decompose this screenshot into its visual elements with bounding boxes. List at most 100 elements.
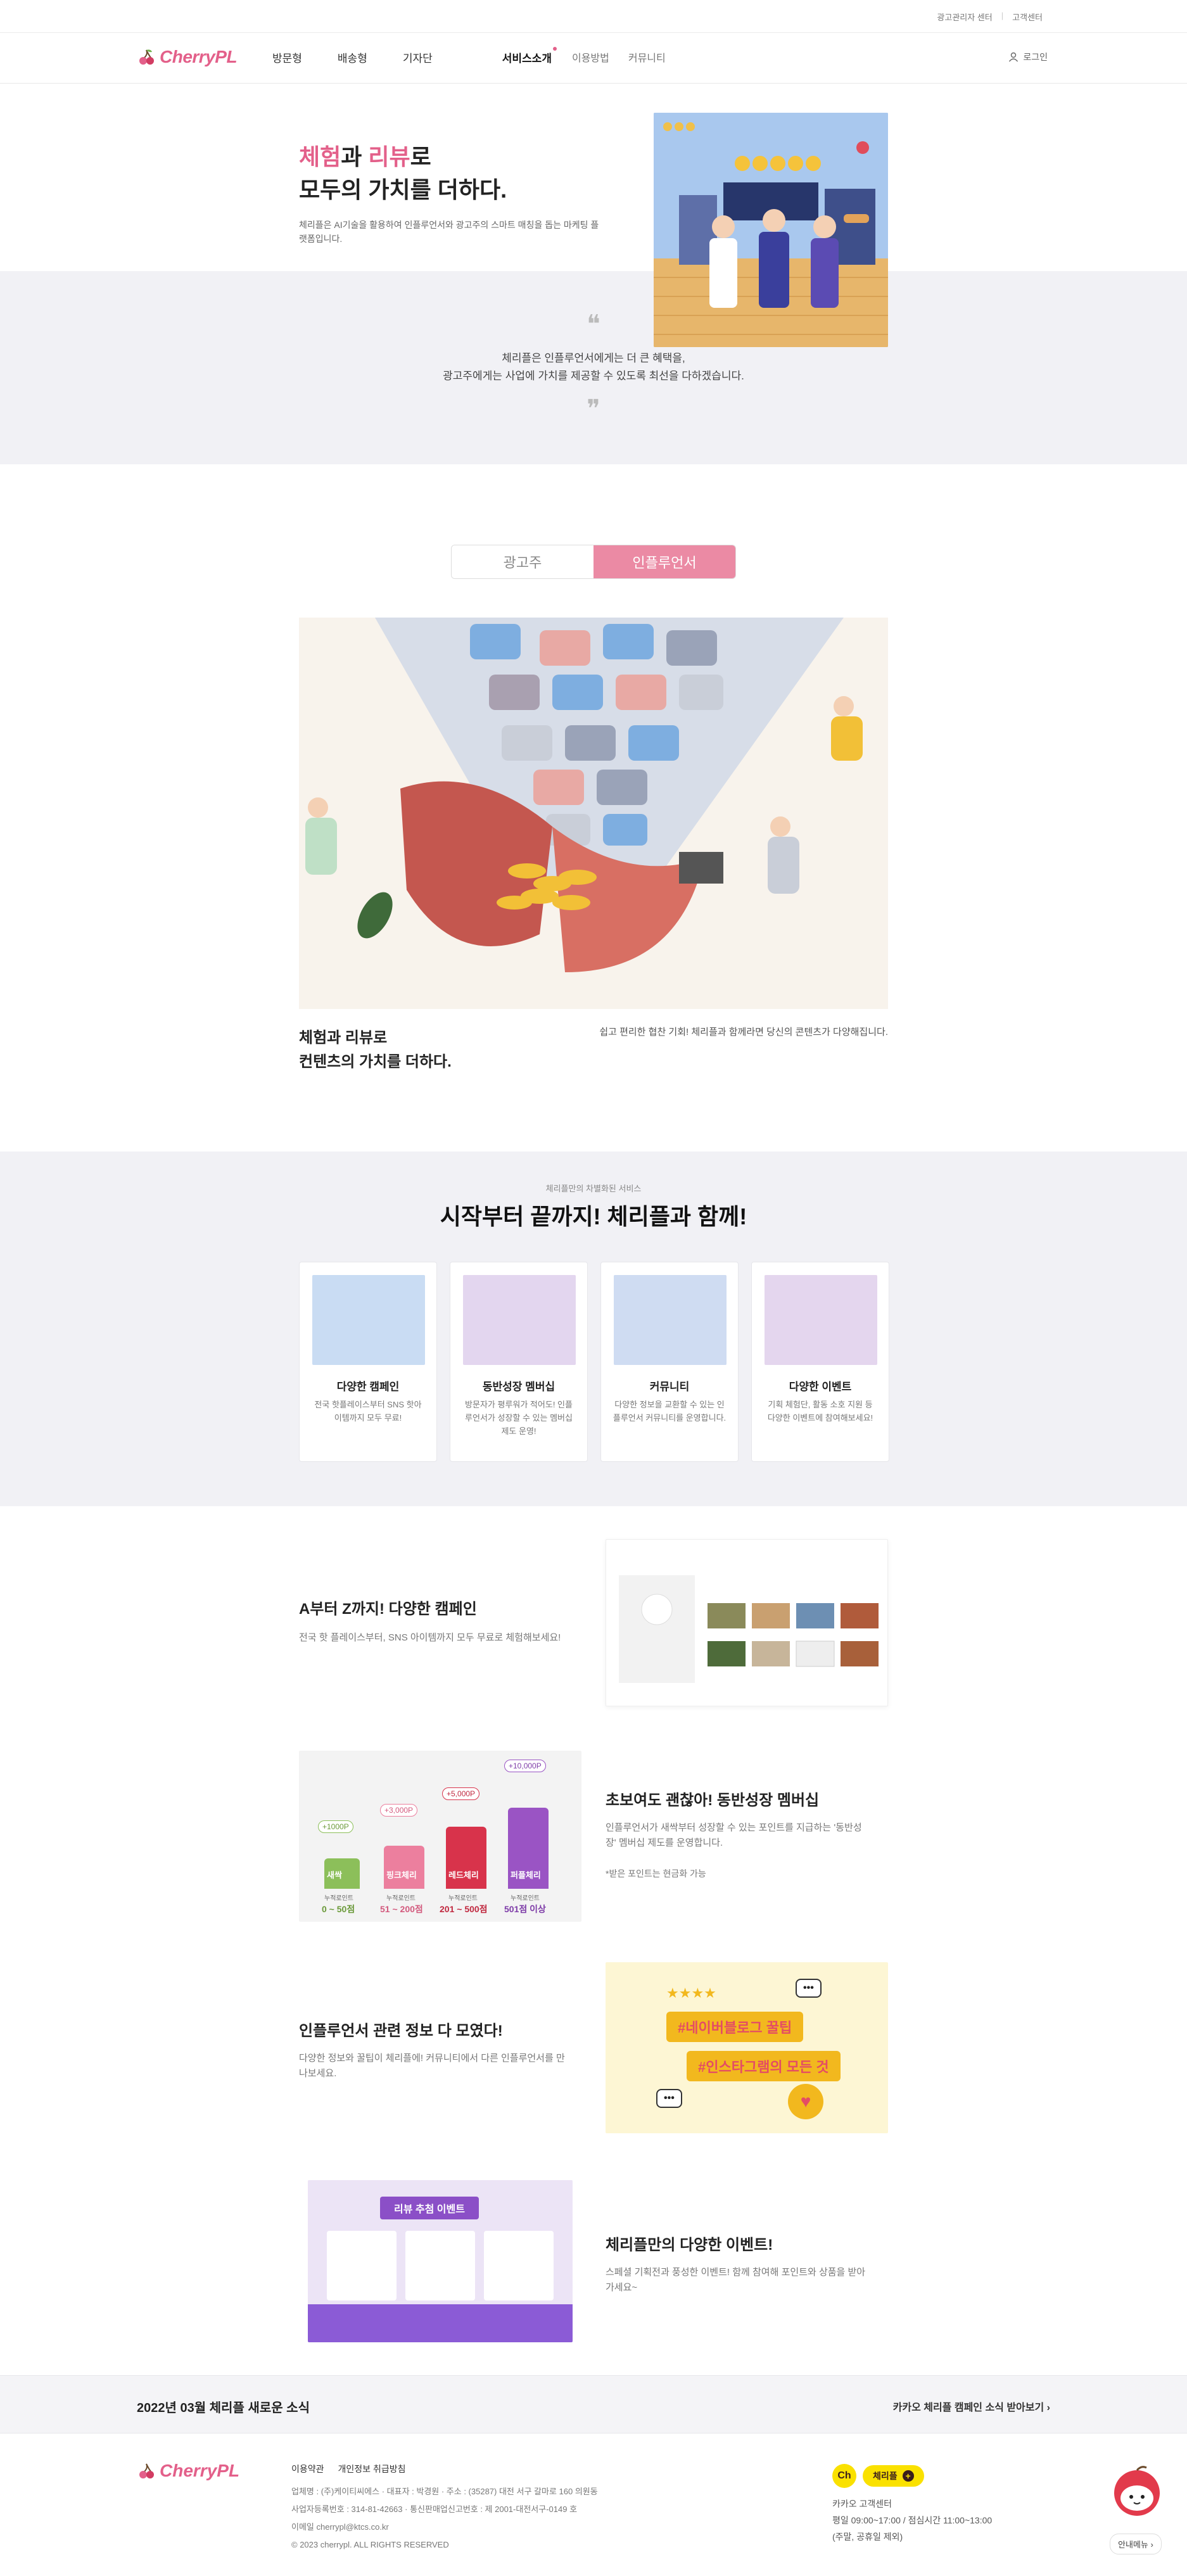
level-range: 201 ~ 500점: [440, 1904, 488, 1914]
service-card-events[interactable]: 다양한 이벤트 기획 체험단, 활동 소호 지원 등 다양한 이벤트에 참여해보…: [751, 1262, 889, 1462]
point-badge: +1000P: [318, 1820, 353, 1833]
event-prize-card: [484, 2231, 554, 2300]
login-button[interactable]: 로그인: [1008, 51, 1048, 63]
level-name: 퍼플체리: [511, 1870, 541, 1880]
cs-hours: 평일 09:00~17:00 / 점심시간 11:00~13:00: [832, 2515, 993, 2525]
nav-service-intro[interactable]: 서비스소개: [502, 47, 557, 65]
kakao-channel-button[interactable]: 체리플 +: [863, 2465, 924, 2487]
cherry-mascot-icon[interactable]: [1108, 2463, 1165, 2520]
logo[interactable]: CherryPL: [137, 47, 238, 67]
company-email: 이메일 cherrypl@ktcs.co.kr: [291, 2522, 389, 2532]
customer-center-link[interactable]: 고객센터: [1012, 11, 1043, 23]
community-illustration: [614, 1275, 727, 1365]
kakao-subscribe-link[interactable]: 카카오 체리플 캠페인 소식 받아보기 ›: [893, 2399, 1050, 2414]
level-name: 레드체리: [448, 1870, 479, 1880]
card-description: 방문자가 평루워가 적어도! 인플루언서가 성장할 수 있는 멤버십 제도 운영…: [465, 1400, 573, 1436]
nav-community[interactable]: 커뮤니티: [628, 49, 666, 65]
main-header: CherryPL 방문형 배송형 기자단 서비스소개 이용방법 커뮤니티 로그인: [0, 33, 1187, 84]
guide-menu-button[interactable]: 안내메뉴 ›: [1110, 2534, 1162, 2554]
kakao-channel-label: 체리플: [873, 2471, 898, 2481]
level-range: 501점 이상: [504, 1904, 546, 1914]
card-title: 동반성장 멤버십: [482, 1381, 555, 1393]
level-label: 누적로인트: [511, 1895, 540, 1902]
event-banner-graphic: 리뷰 추첨 이벤트: [308, 2180, 573, 2342]
point-badge: +3,000P: [380, 1804, 418, 1817]
services-eyebrow: 체리플만의 차별화된 서비스: [545, 1184, 642, 1193]
kakao-channel: Ch 체리플 +: [832, 2464, 924, 2488]
feature-events-desc: 스페셜 기획전과 풍성한 이벤트! 함께 참여해 포인트와 상품을 받아가세요~: [606, 2267, 866, 2293]
stars-icon: ★★★★: [666, 1985, 716, 2001]
events-illustration: [765, 1275, 877, 1365]
service-card-community[interactable]: 커뮤니티 다양한 정보을 교환할 수 있는 인플루언서 커뮤니티를 운영합니다.: [600, 1262, 739, 1462]
hero-title-end: 로: [410, 144, 431, 170]
level-range: 51 ~ 200점: [380, 1904, 423, 1914]
point-badge: +10,000P: [504, 1760, 546, 1772]
community-graphic: ★★★★ #네이버블로그 꿀팁 #인스타그램의 모든 것 ♥ ••• •••: [606, 1962, 888, 2133]
cs-title: 카카오 고객센터: [832, 2499, 892, 2509]
feature-campaign-desc: 전국 핫 플레이스부터, SNS 아이템까지 모두 무료로 체험해보세요!: [299, 1632, 561, 1643]
illustration-title-line-1: 체험과 리뷰로: [299, 1029, 388, 1046]
company-info-line-2: 사업자등록번호 : 314-81-42663 · 통신판매업신고번호 : 제 2…: [291, 2504, 578, 2514]
event-banner-title: 리뷰 추첨 이벤트: [380, 2197, 479, 2219]
audience-toggle: 광고주 인플루언서: [451, 545, 736, 579]
membership-levels-graphic: +1000P 새싹 누적로인트 0 ~ 50점 +3,000P 핑크체리 누적로…: [299, 1751, 581, 1922]
utility-bar: 광고관리자 센터 | 고객센터: [0, 0, 1187, 33]
toggle-influencer[interactable]: 인플루언서: [594, 545, 735, 578]
chat-bubble-icon: •••: [656, 2089, 682, 2108]
tag-instagram: #인스타그램의 모든 것: [687, 2051, 841, 2081]
kakao-channel-icon[interactable]: Ch: [832, 2464, 856, 2488]
hero-title-mid: 과: [341, 144, 369, 170]
nav-delivery[interactable]: 배송형: [338, 49, 367, 65]
footer-logo[interactable]: CherryPL: [137, 2461, 239, 2481]
news-title: 2022년 03월 체리플 새로운 소식: [137, 2401, 310, 2415]
ad-manager-link[interactable]: 광고관리자 센터: [937, 11, 992, 23]
campaign-illustration: [312, 1275, 425, 1365]
card-description: 다양한 정보을 교환할 수 있는 인플루언서 커뮤니티를 운영합니다.: [613, 1400, 727, 1423]
feature-community-title: 인플루언서 관련 정보 다 모였다!: [299, 2022, 503, 2040]
terms-link[interactable]: 이용약관: [291, 2463, 324, 2475]
illustration-title-line-2: 컨텐츠의 가치를 더하다.: [299, 1053, 452, 1070]
membership-illustration: [463, 1275, 576, 1365]
chat-bubble-icon: •••: [796, 1979, 822, 1998]
level-red-cherry: +5,000P 레드체리 누적로인트 201 ~ 500점: [440, 1751, 499, 1922]
plus-icon: +: [902, 2470, 914, 2482]
level-label: 누적로인트: [448, 1895, 478, 1902]
hero-title: 체험과 리뷰로 모두의 가치를 더하다.: [299, 141, 507, 206]
hero-title-word-2: 리뷰: [368, 144, 410, 170]
feature-campaign-title: A부터 Z까지! 다양한 캠페인: [299, 1601, 477, 1618]
service-card-membership[interactable]: 동반성장 멤버십 방문자가 평루워가 적어도! 인플루언서가 성장할 수 있는 …: [450, 1262, 588, 1462]
heart-eyes-emoji-icon: ♥: [788, 2084, 823, 2119]
feature-membership-desc: 인플루언서가 새싹부터 성장할 수 있는 포인트를 지급하는 '동반성장' 멤버…: [606, 1822, 862, 1848]
hero-title-line-2: 모두의 가치를 더하다.: [299, 177, 507, 203]
quote-text: 체리플은 인플루언서에게는 더 큰 혜택을, 광고주에게는 사업에 가치를 제공…: [0, 350, 1187, 385]
level-range: 0 ~ 50점: [322, 1904, 355, 1914]
services-title: 시작부터 끝까지! 체리플과 함께!: [440, 1203, 747, 1229]
copyright: © 2023 cherrypl. ALL RIGHTS RESERVED: [291, 2540, 449, 2549]
nav-visit[interactable]: 방문형: [272, 49, 302, 65]
gift-boxes-decoration: [308, 2304, 573, 2342]
service-card-campaign[interactable]: 다양한 캠페인 전국 핫플레이스부터 SNS 핫아이템까지 모두 무료!: [299, 1262, 437, 1462]
card-description: 기획 체험단, 활동 소호 지원 등 다양한 이벤트에 참여해보세요!: [767, 1400, 873, 1423]
open-quote-icon: ❝: [587, 310, 600, 338]
toggle-advertiser[interactable]: 광고주: [452, 545, 594, 578]
level-label: 누적로인트: [324, 1895, 353, 1902]
tag-naver-blog: #네이버블로그 꿀팁: [666, 2012, 804, 2042]
hero-title-word-1: 체험: [299, 144, 341, 170]
feature-community-desc: 다양한 정보와 꿀팁이 체리플에! 커뮤니티에서 다른 인플루언서를 만나보세요…: [299, 2053, 565, 2079]
footer-links: 이용약관 개인정보 취급방침: [291, 2463, 405, 2475]
nav-how-to-use[interactable]: 이용방법: [572, 49, 609, 65]
main-nav: 방문형 배송형 기자단 서비스소개 이용방법 커뮤니티: [272, 47, 685, 65]
nav-reporters[interactable]: 기자단: [403, 49, 433, 65]
level-bar: [384, 1846, 424, 1889]
quote-line-2: 광고주에게는 사업에 가치를 제공할 수 있도록 최선을 다하겠습니다.: [443, 370, 744, 382]
card-title: 다양한 이벤트: [789, 1381, 852, 1393]
close-quote-icon: ❞: [587, 395, 600, 423]
privacy-link[interactable]: 개인정보 취급방침: [338, 2463, 406, 2475]
feature-membership-note: *받은 포인트는 현금화 가능: [606, 1869, 706, 1879]
event-prize-card: [405, 2231, 475, 2300]
feature-campaign-screenshot: [606, 1539, 888, 1706]
level-seedling: +1000P 새싹 누적로인트 0 ~ 50점: [318, 1751, 369, 1922]
point-badge: +5,000P: [442, 1787, 480, 1800]
cherry-icon: [139, 49, 154, 65]
active-dot: [552, 47, 557, 51]
